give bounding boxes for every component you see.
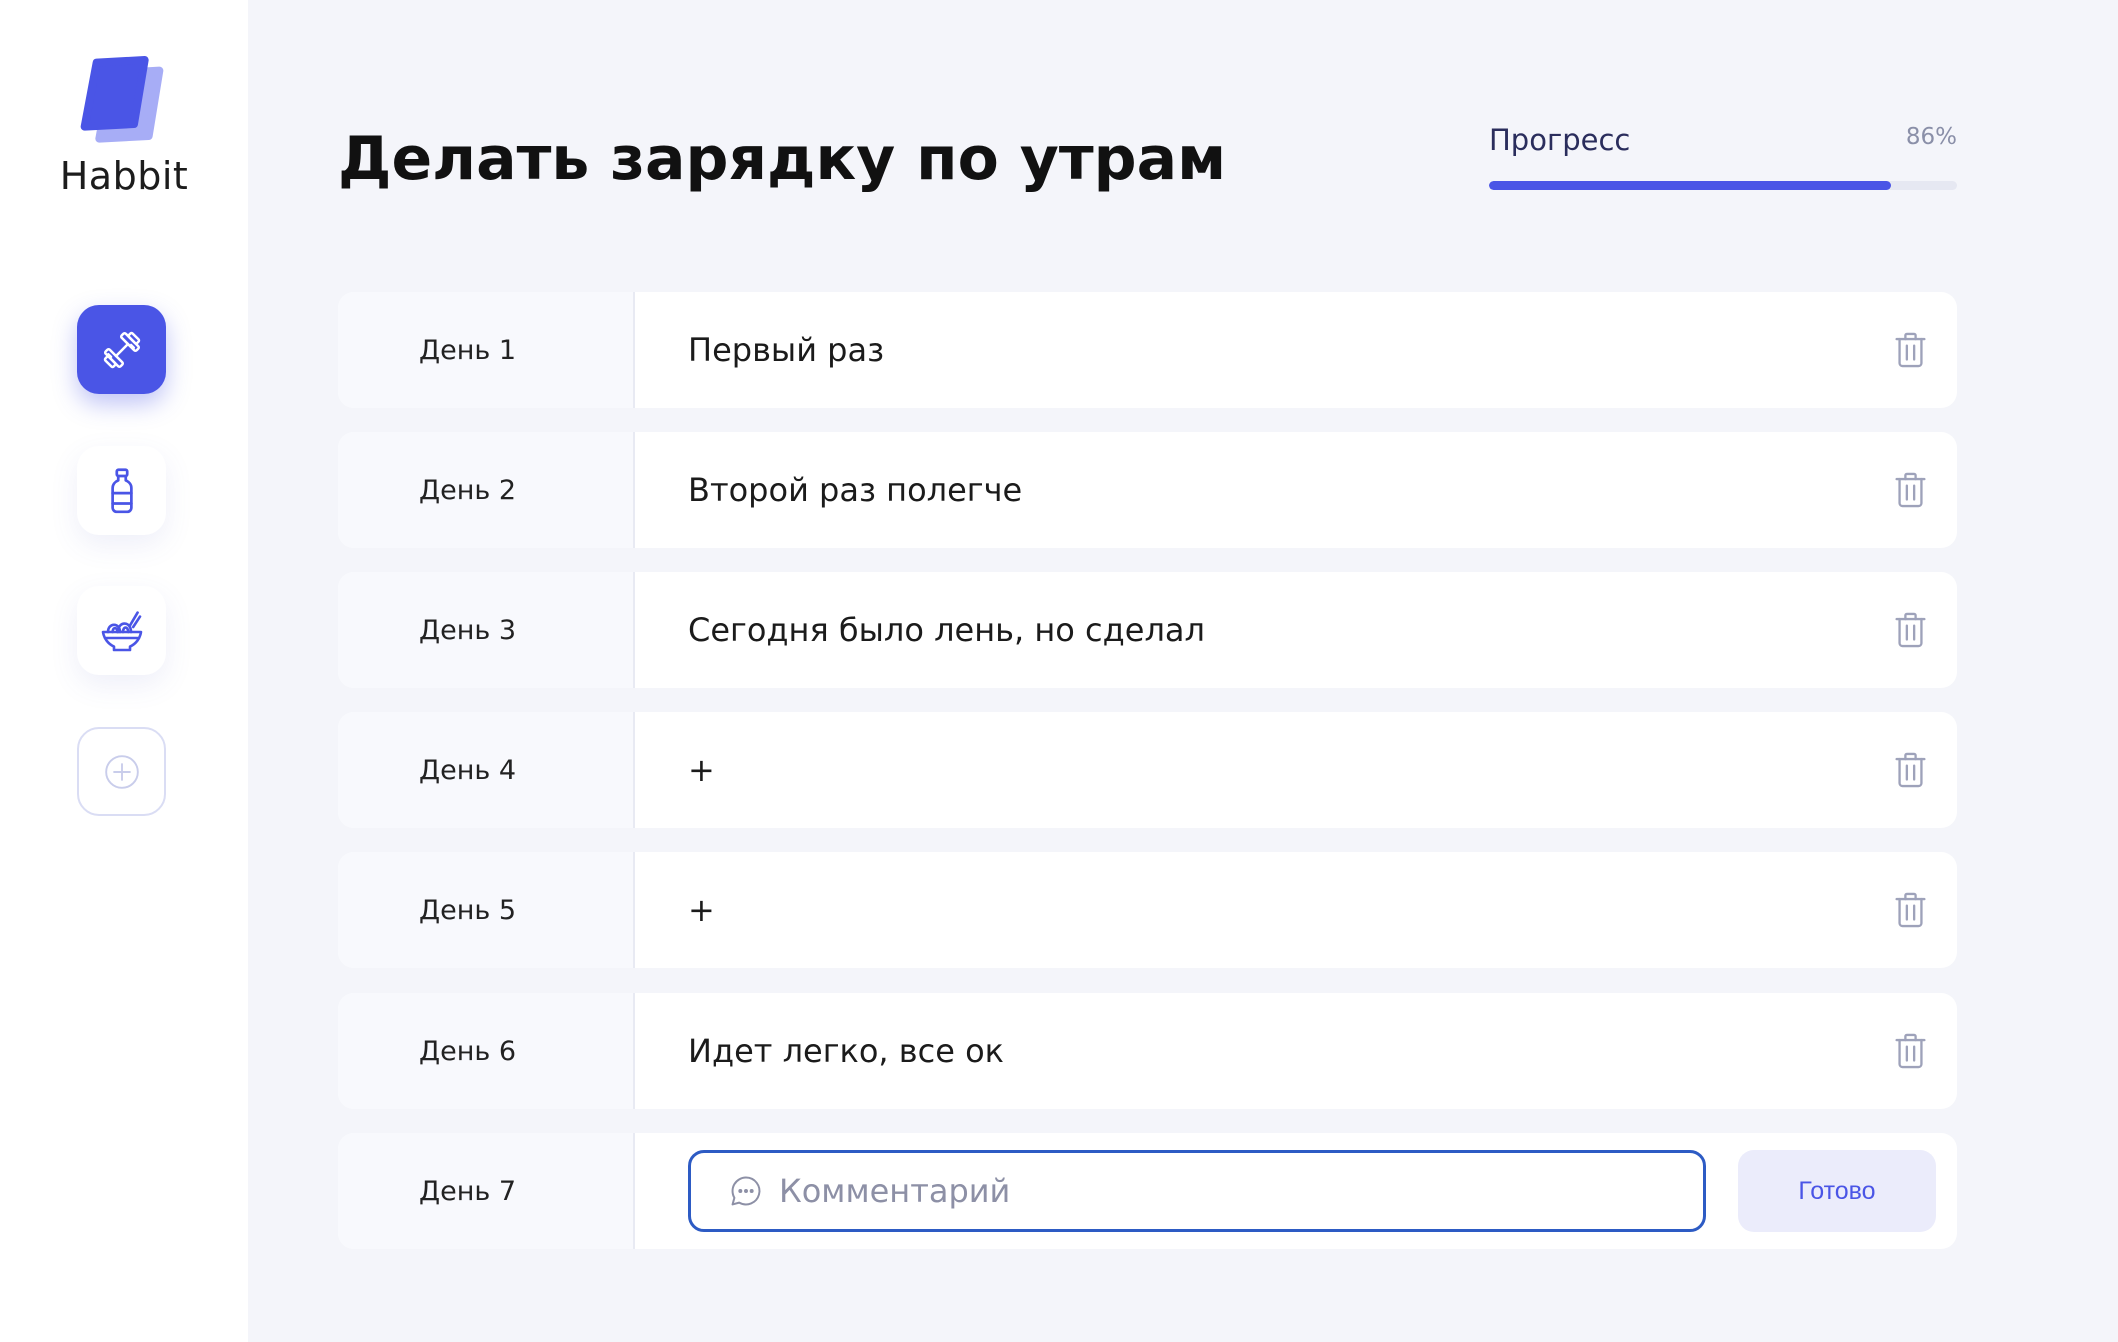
day-comment: Идет легко, все ок <box>688 1032 1004 1070</box>
day-row: День 1 Первый раз <box>338 292 1957 408</box>
progress-section: Прогресс 86% <box>1489 118 1957 198</box>
day-row: День 2 Второй раз полегче <box>338 432 1957 548</box>
progress-track <box>1489 181 1957 190</box>
nav-workout-habit[interactable] <box>77 305 166 394</box>
trash-icon <box>1894 1033 1926 1069</box>
dumbbell-icon <box>103 331 140 368</box>
day-label: День 4 <box>338 712 635 828</box>
delete-entry-button[interactable] <box>1892 750 1928 790</box>
delete-entry-button[interactable] <box>1892 330 1928 370</box>
app-name: Habbit <box>59 154 189 198</box>
logo[interactable]: Habbit <box>0 0 248 210</box>
delete-entry-button[interactable] <box>1892 890 1928 930</box>
delete-entry-button[interactable] <box>1892 1031 1928 1071</box>
current-day-row: День 7 Готово <box>338 1133 1957 1249</box>
day-row: День 6 Идет легко, все ок <box>338 993 1957 1109</box>
delete-entry-button[interactable] <box>1892 610 1928 650</box>
progress-label: Прогресс <box>1489 123 1631 157</box>
comment-field[interactable] <box>688 1150 1706 1232</box>
day-row: День 4 + <box>338 712 1957 828</box>
day-comment: + <box>688 751 715 789</box>
delete-entry-button[interactable] <box>1892 470 1928 510</box>
food-bowl-icon <box>101 610 142 651</box>
day-label: День 5 <box>338 852 635 968</box>
progress-fill <box>1489 181 1892 190</box>
day-label: День 7 <box>338 1133 635 1249</box>
day-label: День 3 <box>338 572 635 688</box>
add-habit-button[interactable] <box>77 727 166 816</box>
comment-input[interactable] <box>779 1172 1703 1210</box>
day-comment: Сегодня было лень, но сделал <box>688 611 1205 649</box>
trash-icon <box>1894 892 1926 928</box>
day-comment: Второй раз полегче <box>688 471 1023 509</box>
day-comment: Первый раз <box>688 331 885 369</box>
day-label: День 2 <box>338 432 635 548</box>
add-circle-icon <box>104 754 139 789</box>
day-label: День 1 <box>338 292 635 408</box>
nav-food-habit[interactable] <box>77 586 166 675</box>
day-label: День 6 <box>338 993 635 1109</box>
trash-icon <box>1894 472 1926 508</box>
sidebar: Habbit <box>0 0 248 1342</box>
trash-icon <box>1894 332 1926 368</box>
done-button[interactable]: Готово <box>1738 1150 1936 1232</box>
day-row: День 5 + <box>338 852 1957 968</box>
day-row: День 3 Сегодня было лень, но сделал <box>338 572 1957 688</box>
nav-water-habit[interactable] <box>77 446 166 535</box>
bottle-icon <box>110 467 133 513</box>
trash-icon <box>1894 612 1926 648</box>
trash-icon <box>1894 752 1926 788</box>
chat-bubble-icon <box>731 1176 761 1206</box>
progress-value: 86% <box>1905 124 1957 150</box>
habbit-logo-icon <box>80 56 164 143</box>
comment-entry: Готово <box>635 1133 1957 1249</box>
day-comment: + <box>688 891 715 929</box>
page-title: Делать зарядку по утрам <box>338 124 1227 194</box>
